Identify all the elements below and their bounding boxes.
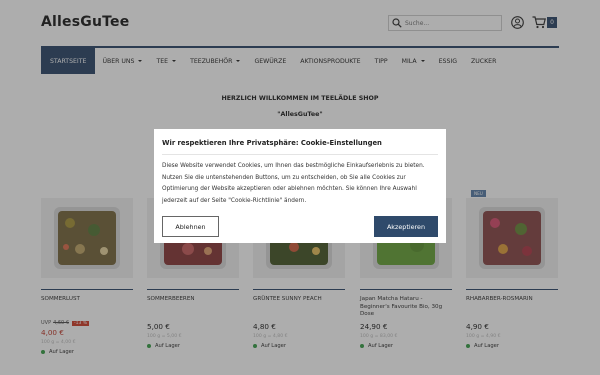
page: AllesGuTee 0 STARTSEITE ÜBER UNS TEE TEE… bbox=[0, 0, 600, 375]
cookie-dialog-text: Diese Website verwendet Cookies, um Ihne… bbox=[162, 163, 425, 204]
cookie-dialog-divider bbox=[162, 154, 438, 155]
decline-cookies-button[interactable]: Ablehnen bbox=[162, 216, 219, 237]
accept-cookies-button[interactable]: Akzeptieren bbox=[374, 216, 438, 237]
cookie-consent-dialog: Wir respektieren Ihre Privatsphäre: Cook… bbox=[154, 129, 446, 243]
cookie-dialog-title: Wir respektieren Ihre Privatsphäre: Cook… bbox=[162, 139, 382, 147]
